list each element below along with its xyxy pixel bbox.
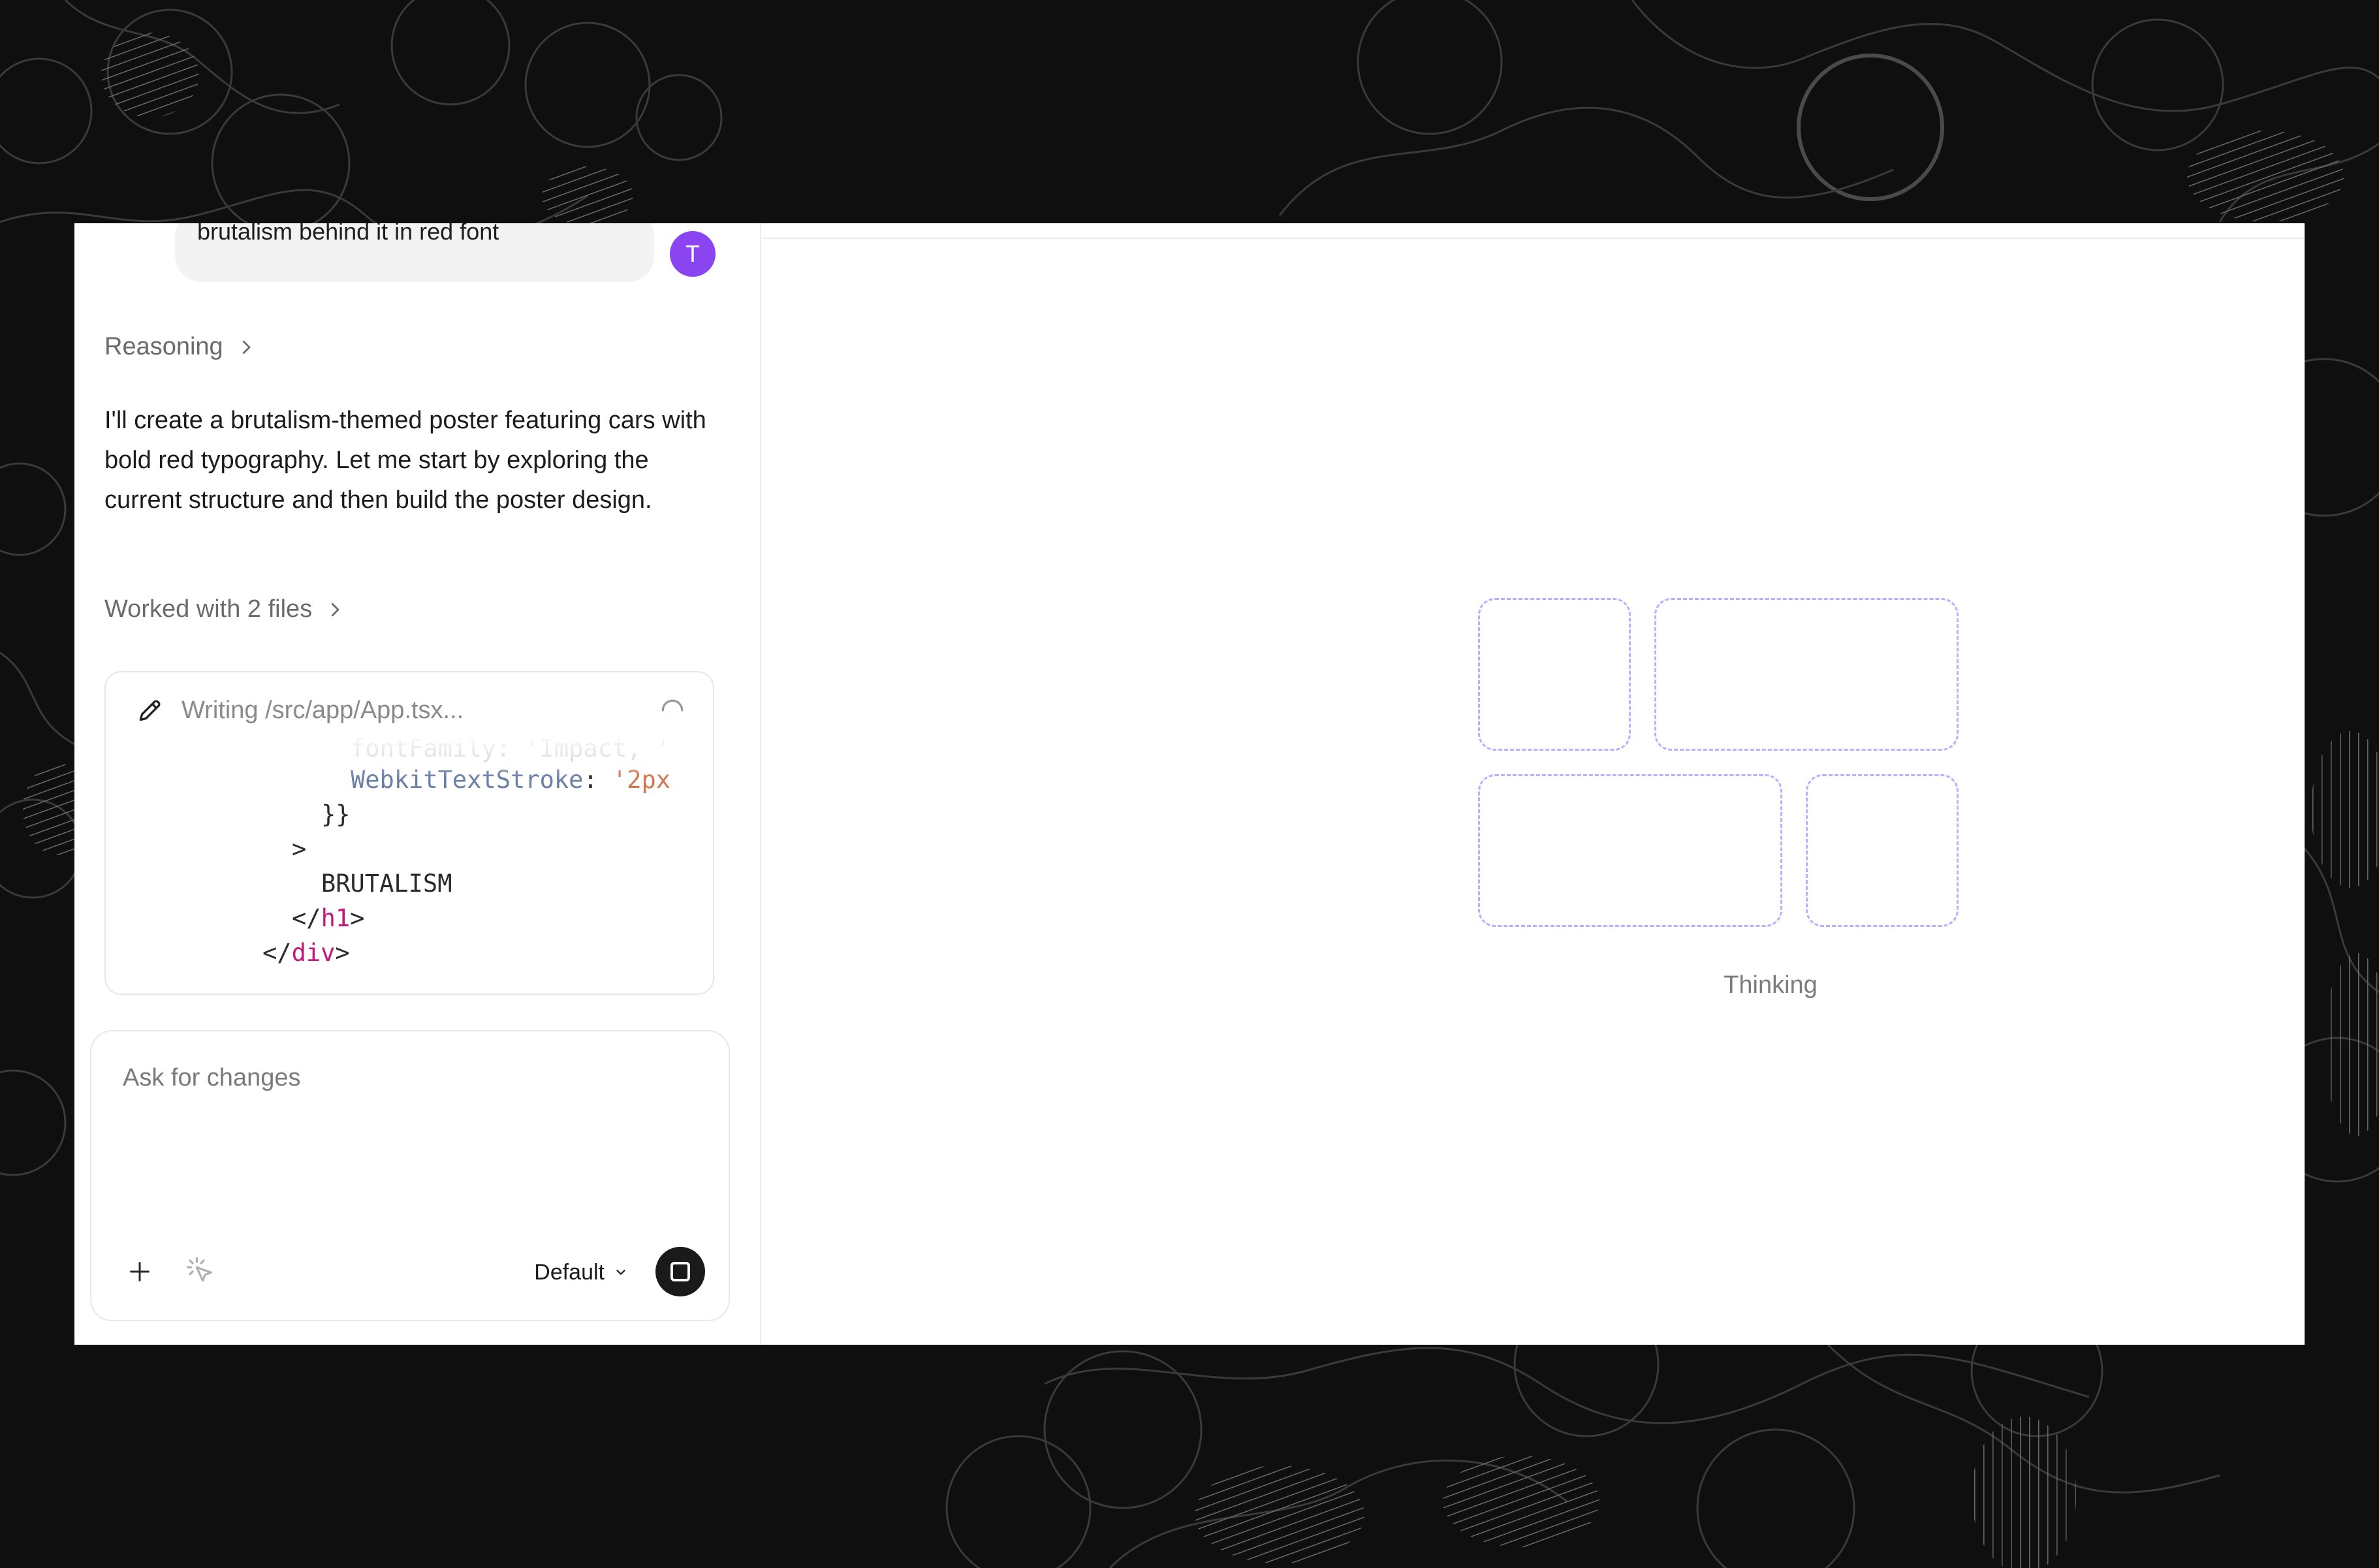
code-card-title: Writing /src/app/App.tsx... [181, 696, 464, 724]
assistant-message: I'll create a brutalism-themed poster fe… [104, 407, 706, 514]
user-message-text: brutalism behind it in red font [197, 223, 499, 245]
avatar[interactable]: T [670, 231, 716, 277]
code-card-header: Writing /src/app/App.tsx... [136, 692, 687, 729]
thinking-status: Thinking [1724, 971, 1818, 999]
code-line: </div> [262, 939, 350, 967]
code-writing-card: Writing /src/app/App.tsx... fontFamily: … [104, 671, 714, 995]
code-line: WebkitTextStroke: '2px [351, 766, 671, 794]
pencil-icon [139, 700, 161, 721]
skeleton-block [1654, 598, 1959, 751]
select-element-button[interactable] [183, 1253, 219, 1290]
skeleton-block [1806, 774, 1959, 927]
skeleton-block [1478, 598, 1631, 751]
code-line: > [292, 835, 307, 863]
code-line: }} [321, 800, 351, 828]
chat-panel: brutalism behind it in red font T Reason… [74, 223, 761, 1345]
mode-label: Default [534, 1259, 605, 1285]
chevron-down-icon [616, 1270, 625, 1275]
chat-input-box[interactable]: Ask for changes Default [90, 1030, 730, 1321]
preview-panel: Thinking [761, 223, 2305, 1345]
reasoning-toggle[interactable]: Reasoning [104, 333, 256, 361]
stop-icon [670, 1262, 690, 1281]
worked-files-toggle[interactable]: Worked with 2 files [104, 595, 345, 623]
chat-input-placeholder[interactable]: Ask for changes [123, 1064, 300, 1092]
worked-files-label: Worked with 2 files [104, 595, 313, 623]
code-line: </h1> [292, 904, 365, 932]
chevron-right-icon [242, 340, 251, 354]
cursor-click-icon [186, 1257, 212, 1282]
add-attachment-button[interactable] [121, 1253, 158, 1290]
mode-dropdown[interactable]: Default [534, 1256, 628, 1289]
user-message-bubble: brutalism behind it in red font [175, 223, 654, 282]
app-window: brutalism behind it in red font T Reason… [74, 223, 2305, 1345]
skeleton-block [1478, 774, 1782, 927]
loading-spinner-icon [661, 699, 684, 712]
code-preview: fontFamily: 'Impact, ' WebkitTextStroke:… [106, 732, 713, 994]
plus-icon [130, 1262, 150, 1281]
stop-generation-button[interactable] [655, 1247, 705, 1296]
chevron-right-icon [332, 603, 339, 616]
code-line: fontFamily: 'Impact, ' [351, 734, 671, 762]
code-line: BRUTALISM [321, 870, 452, 898]
reasoning-label: Reasoning [104, 333, 223, 360]
input-toolbar: Default [121, 1247, 705, 1296]
